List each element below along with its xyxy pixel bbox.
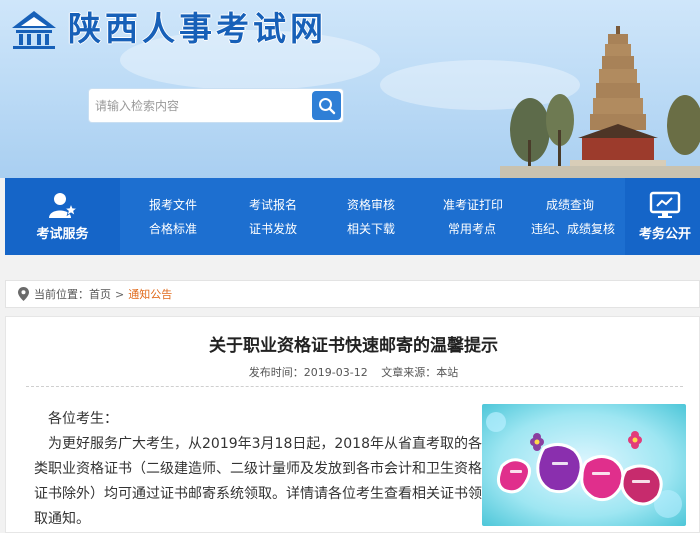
exam-service-label: 考试服务 <box>36 227 89 242</box>
article-source: 文章来源：本站 <box>381 366 459 379</box>
warm-tip-image <box>482 404 686 526</box>
publish-time: 发布时间：2019-03-12 <box>248 366 368 379</box>
breadcrumb-prefix: 当前位置： <box>34 288 89 301</box>
monitor-icon <box>649 191 681 218</box>
article-paragraph: 为更好服务广大考生，从2019年3月18日起，2018年从省直考取的各类职业资格… <box>34 436 482 527</box>
site-header: 陕西人事考试网 <box>0 0 700 178</box>
article-meta: 发布时间：2019-03-12 文章来源：本站 <box>6 364 700 380</box>
article-greeting: 各位考生： <box>48 411 118 427</box>
nav-link-application-docs[interactable]: 报考文件 <box>149 196 197 213</box>
exam-public-button[interactable]: 考务公开 <box>625 178 700 255</box>
search-box <box>89 89 343 122</box>
main-nav: 考试服务 报考文件 考试报名 资格审核 准考证打印 成绩查询 合格标准 证书发放… <box>5 178 700 255</box>
nav-link-qualification-review[interactable]: 资格审核 <box>347 196 395 213</box>
site-logo-icon[interactable] <box>8 8 60 52</box>
nav-link-exam-sites[interactable]: 常用考点 <box>448 220 496 237</box>
article-divider <box>26 386 683 387</box>
nav-link-score-query[interactable]: 成绩查询 <box>546 196 594 213</box>
nav-link-pass-standard[interactable]: 合格标准 <box>149 220 197 237</box>
breadcrumb: 当前位置： 首页 > 通知公告 <box>5 280 700 308</box>
nav-link-violation-review[interactable]: 违纪、成绩复核 <box>531 220 615 237</box>
user-star-icon <box>48 193 78 218</box>
location-pin-icon <box>18 287 29 301</box>
article-panel: 关于职业资格证书快速邮寄的温馨提示 发布时间：2019-03-12 文章来源：本… <box>5 316 700 533</box>
site-title[interactable]: 陕西人事考试网 <box>68 6 327 52</box>
search-button[interactable] <box>312 91 341 120</box>
breadcrumb-home-link[interactable]: 首页 <box>89 286 111 302</box>
exam-service-button[interactable]: 考试服务 <box>5 178 120 255</box>
nav-link-certificate-issuance[interactable]: 证书发放 <box>249 220 297 237</box>
exam-public-label: 考务公开 <box>638 227 691 242</box>
pagoda-illustration <box>500 26 700 178</box>
article-title: 关于职业资格证书快速邮寄的温馨提示 <box>209 336 498 356</box>
search-input[interactable] <box>89 89 311 122</box>
article-body: 各位考生： 为更好服务广大考生，从2019年3月18日起，2018年从省直考取的… <box>34 407 486 532</box>
breadcrumb-separator: > <box>115 287 125 301</box>
nav-link-downloads[interactable]: 相关下载 <box>347 220 395 237</box>
search-icon <box>318 97 335 114</box>
nav-link-admission-ticket[interactable]: 准考证打印 <box>443 196 503 213</box>
nav-link-registration[interactable]: 考试报名 <box>249 196 297 213</box>
breadcrumb-current-link[interactable]: 通知公告 <box>128 286 172 302</box>
nav-links: 报考文件 考试报名 资格审核 准考证打印 成绩查询 合格标准 证书发放 相关下载… <box>125 192 625 242</box>
